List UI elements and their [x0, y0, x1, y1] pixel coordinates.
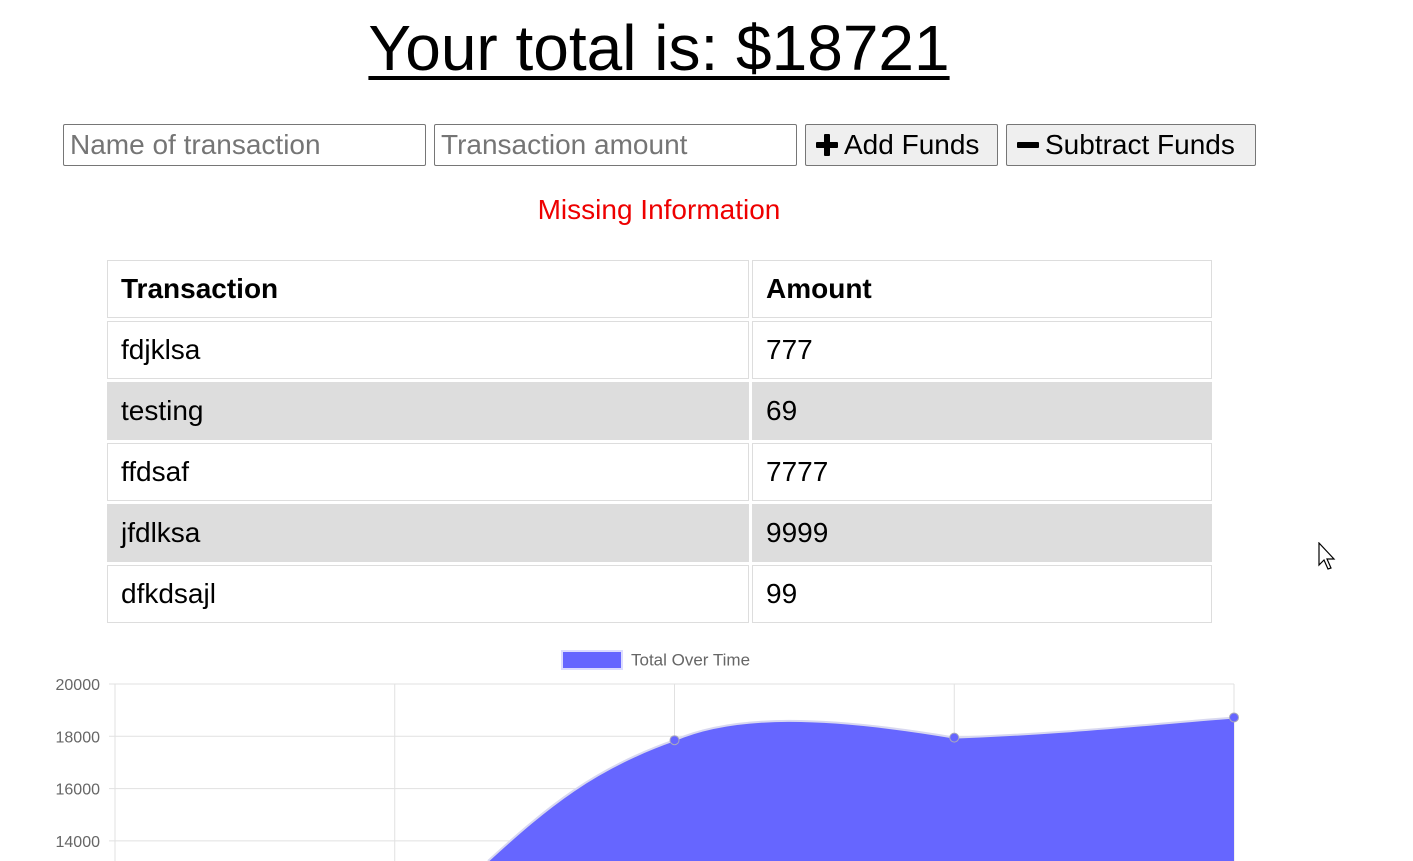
table-row: ffdsaf 7777	[107, 443, 1212, 501]
table-header-row: Transaction Amount	[107, 260, 1212, 318]
y-tick-label: 16000	[56, 782, 101, 799]
error-message: Missing Information	[537, 194, 781, 225]
y-tick-label: 14000	[56, 834, 101, 851]
subtract-funds-button[interactable]: Subtract Funds	[1006, 124, 1256, 166]
transactions-table: Transaction Amount fdjklsa 777 testing 6…	[104, 257, 1215, 626]
total-heading: Your total is: $18721	[368, 12, 950, 84]
plus-icon	[816, 134, 838, 156]
total-over-time-chart: 20000 18000 16000 14000 Total Over Time	[0, 640, 1413, 861]
y-tick-label: 20000	[56, 677, 101, 694]
transaction-amount-cell: 69	[752, 382, 1212, 440]
header-transaction: Transaction	[107, 260, 749, 318]
add-funds-label: Add Funds	[844, 129, 980, 160]
transaction-amount-cell: 99	[752, 565, 1212, 623]
transaction-amount-cell: 777	[752, 321, 1212, 379]
subtract-funds-label: Subtract Funds	[1045, 129, 1235, 160]
legend-swatch	[561, 650, 623, 670]
transaction-name-cell: testing	[107, 382, 749, 440]
area-fill	[488, 717, 1234, 861]
mouse-cursor-icon	[1318, 542, 1336, 570]
add-funds-button[interactable]: Add Funds	[805, 124, 998, 166]
transaction-name-cell: jfdlksa	[107, 504, 749, 562]
y-tick-label: 18000	[56, 729, 101, 746]
table-row: jfdlksa 9999	[107, 504, 1212, 562]
transaction-name-cell: ffdsaf	[107, 443, 749, 501]
transaction-amount-input[interactable]	[434, 124, 797, 166]
table-row: fdjklsa 777	[107, 321, 1212, 379]
transaction-name-cell: dfkdsajl	[107, 565, 749, 623]
transaction-amount-cell: 7777	[752, 443, 1212, 501]
transaction-name-cell: fdjklsa	[107, 321, 749, 379]
data-point	[669, 735, 680, 746]
transaction-amount-cell: 9999	[752, 504, 1212, 562]
data-point	[949, 732, 960, 743]
minus-icon	[1017, 134, 1039, 156]
table-row: testing 69	[107, 382, 1212, 440]
legend-label: Total Over Time	[631, 651, 750, 670]
table-row: dfkdsajl 99	[107, 565, 1212, 623]
transaction-name-input[interactable]	[63, 124, 426, 166]
chart-canvas: 20000 18000 16000 14000 Total Over Time	[56, 650, 1239, 861]
data-point	[1229, 712, 1239, 723]
header-amount: Amount	[752, 260, 1212, 318]
